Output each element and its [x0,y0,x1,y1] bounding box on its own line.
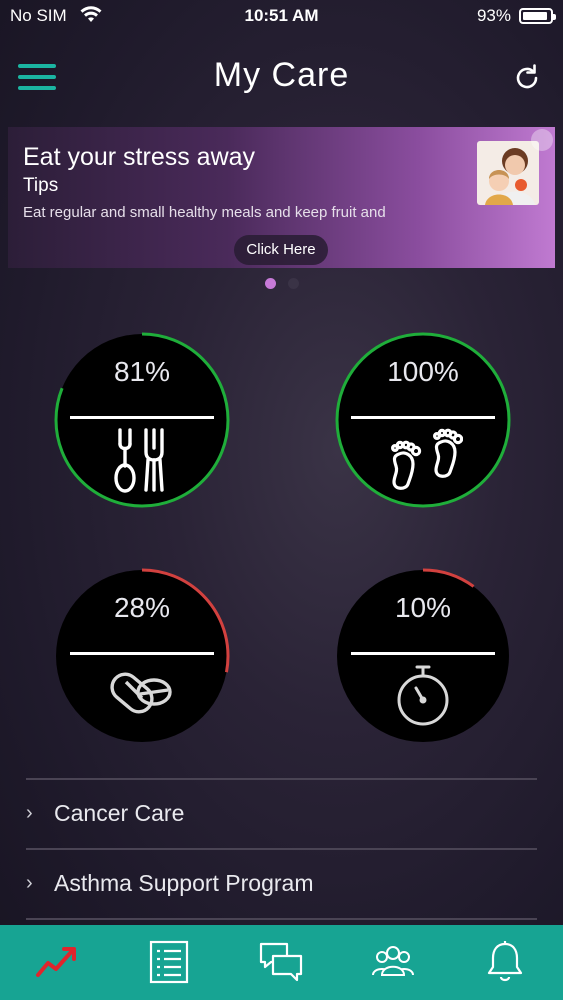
list-item-label: Cancer Care [54,800,185,826]
divider [26,918,537,920]
stopwatch-icon [397,665,449,726]
diet-percent: 81% [113,356,171,387]
chat-bubbles-icon [259,942,303,982]
activity-tile[interactable]: 10% [333,566,513,746]
banner-close-icon[interactable] [531,129,553,151]
tips-banner[interactable]: Eat your stress away Tips Eat regular an… [8,127,555,268]
diet-tile[interactable]: 81% [52,330,232,510]
status-bar: No SIM 10:51 AM 93% [0,0,563,34]
program-list: › Cancer Care › Asthma Support Program [26,778,537,920]
battery-icon [519,8,556,24]
click-here-button[interactable]: Click Here [234,235,328,265]
chevron-right-icon: › [26,802,33,824]
pills-icon [110,672,172,714]
carousel-pager[interactable] [0,276,563,294]
steps-percent: 100% [387,356,459,387]
bell-icon [487,941,523,982]
divider [70,416,214,419]
pager-dot[interactable] [287,278,299,289]
chevron-right-icon: › [26,872,33,894]
divider [351,652,495,655]
steps-tile[interactable]: 100% [333,330,513,510]
medication-percent: 28% [113,592,171,623]
tab-community[interactable] [336,925,448,1000]
bottom-tab-bar [0,925,563,1000]
divider [70,652,214,655]
trend-chart-icon [36,947,76,977]
banner-title: Eat your stress away [23,143,256,171]
list-item-cancer-care[interactable]: › Cancer Care [26,778,537,848]
people-group-icon [372,946,414,976]
banner-thumbnail-image [477,141,539,205]
list-item-label: Asthma Support Program [54,870,314,896]
app-logo: My Care [213,56,350,94]
banner-body: Eat regular and small healthy meals and … [23,204,386,221]
tab-notifications[interactable] [448,925,560,1000]
banner-subtitle: Tips [23,175,59,196]
refresh-icon[interactable] [511,62,543,94]
activity-percent: 10% [394,592,452,623]
pager-dot[interactable] [264,278,276,289]
tab-records[interactable] [112,925,224,1000]
medication-tile[interactable]: 28% [52,566,232,746]
fork-spoon-icon [114,428,164,493]
list-document-icon [149,940,189,984]
divider [351,416,495,419]
footprints-icon [391,428,463,490]
app-header: My Care [0,50,563,110]
battery-percent: 93% [476,6,511,25]
tab-messages[interactable] [224,925,336,1000]
tab-trends[interactable] [0,925,112,1000]
list-item-asthma-support[interactable]: › Asthma Support Program [26,848,537,918]
